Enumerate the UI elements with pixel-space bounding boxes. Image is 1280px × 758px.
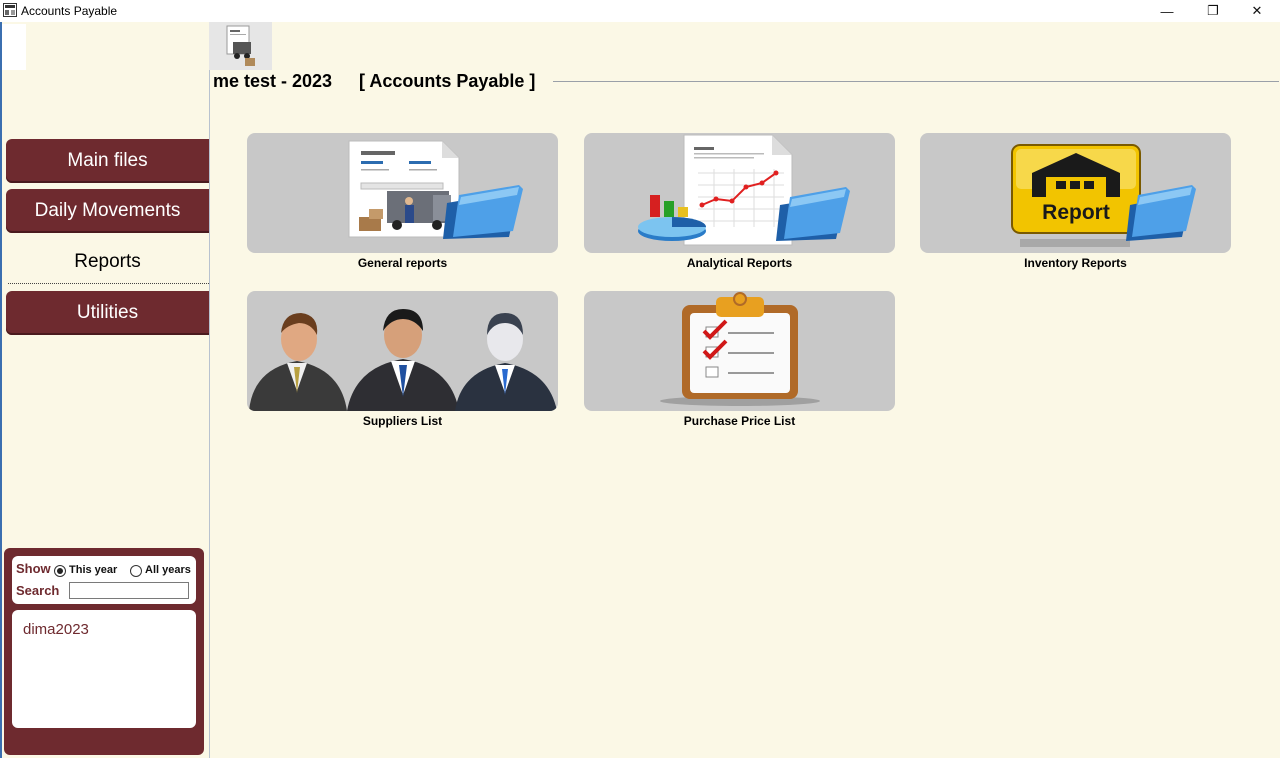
close-icon: ✕ <box>1251 3 1263 18</box>
search-label: Search <box>16 583 60 598</box>
all-years-radio[interactable] <box>130 565 142 577</box>
nav-utilities-label: Utilities <box>76 302 139 323</box>
close-button[interactable]: ✕ <box>1234 0 1280 22</box>
this-year-radio[interactable] <box>54 565 66 577</box>
company-logo-image <box>226 25 255 66</box>
tile-inventory-reports-label[interactable]: Inventory Reports <box>920 256 1231 270</box>
nav-daily-movements-label: Daily Movements <box>34 200 181 221</box>
search-input[interactable] <box>69 582 189 599</box>
inventory-report-folder-icon: Report <box>1011 144 1196 247</box>
maximize-icon: ❐ <box>1207 3 1219 18</box>
tile-general-reports-label[interactable]: General reports <box>247 256 558 270</box>
tile-analytical-reports-label[interactable]: Analytical Reports <box>584 256 895 270</box>
title-bar: Accounts Payable — ❐ ✕ <box>0 0 1280 22</box>
nav-main-files-label: Main files <box>67 150 148 171</box>
invoice-folder-icon <box>348 140 523 239</box>
left-top-blank <box>2 24 26 70</box>
nav-reports[interactable]: Reports <box>6 240 209 284</box>
tile-suppliers-list[interactable] <box>247 291 558 411</box>
module-title: [ Accounts Payable ] <box>359 71 536 91</box>
nav-daily-movements[interactable]: Daily Movements <box>6 189 209 233</box>
tile-inventory-reports[interactable]: Report <box>920 133 1231 253</box>
search-panel: Show This year All years Search dima2023 <box>4 548 204 755</box>
page-header: me test - 2023 [ Accounts Payable ] <box>213 70 1280 94</box>
nav-main-files[interactable]: Main files <box>6 139 209 183</box>
maximize-button[interactable]: ❐ <box>1190 0 1236 22</box>
left-edge-strip <box>0 22 2 758</box>
company-logo <box>209 22 272 70</box>
app-icon <box>3 3 17 17</box>
svg-text:Report: Report <box>1042 201 1110 224</box>
tile-purchase-price-list[interactable] <box>584 291 895 411</box>
nav-utilities[interactable]: Utilities <box>6 291 209 335</box>
company-name: me test - 2023 <box>213 71 333 91</box>
search-results-list[interactable]: dima2023 <box>12 610 196 728</box>
window-title: Accounts Payable <box>21 4 118 18</box>
minimize-button[interactable]: — <box>1144 0 1190 22</box>
nav-active-divider <box>8 283 209 284</box>
search-controls: Show This year All years Search <box>12 556 196 604</box>
tile-general-reports[interactable] <box>247 133 558 253</box>
header-divider <box>553 81 1279 82</box>
minimize-icon: — <box>1160 3 1174 19</box>
tile-analytical-reports[interactable] <box>584 133 895 253</box>
this-year-label[interactable]: This year <box>69 564 117 576</box>
suppliers-people-icon <box>249 309 557 411</box>
all-years-label[interactable]: All years <box>145 564 191 576</box>
nav-reports-label: Reports <box>74 251 141 272</box>
tile-suppliers-list-label[interactable]: Suppliers List <box>247 414 558 428</box>
clipboard-checklist-icon <box>660 292 820 406</box>
analytics-folder-icon <box>638 134 850 246</box>
show-label: Show <box>16 561 51 576</box>
list-item[interactable]: dima2023 <box>23 621 89 638</box>
tile-purchase-price-list-label[interactable]: Purchase Price List <box>584 414 895 428</box>
